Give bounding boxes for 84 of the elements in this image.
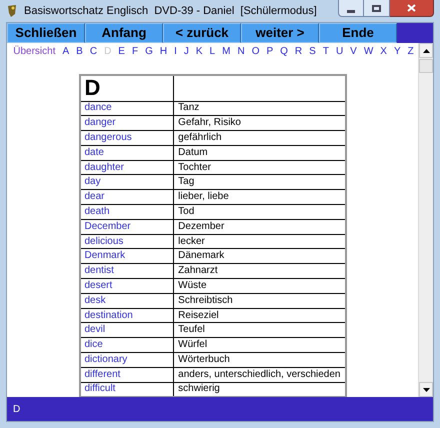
- scroll-up-button[interactable]: [419, 43, 433, 58]
- letter-link[interactable]: F: [132, 44, 138, 59]
- letter-link[interactable]: G: [145, 44, 153, 59]
- window-title: Basiswortschatz Englisch DVD-39 - Daniel [Schülermodus]: [24, 4, 317, 19]
- word-link[interactable]: daughter: [80, 160, 174, 175]
- scroll-thumb[interactable]: [419, 59, 433, 73]
- letter-link[interactable]: B: [76, 44, 83, 59]
- letter-link[interactable]: N: [237, 44, 245, 59]
- status-text: D: [13, 402, 20, 416]
- word-link[interactable]: desk: [80, 293, 174, 308]
- letter-link[interactable]: Z: [408, 44, 414, 59]
- word-link[interactable]: desert: [80, 278, 174, 294]
- table-cell: Dezember: [174, 219, 346, 234]
- table-cell: lieber, liebe: [174, 190, 346, 205]
- word-link[interactable]: Denmark: [80, 248, 174, 264]
- word-link[interactable]: different: [80, 367, 174, 382]
- letter-link[interactable]: Übersicht: [13, 44, 56, 59]
- close-button[interactable]: [390, 0, 434, 17]
- letter-link[interactable]: Q: [280, 44, 288, 59]
- down-arrow-icon: [422, 388, 430, 392]
- table-cell: anders, unterschiedlich, verschieden: [174, 367, 346, 382]
- letter-link[interactable]: L: [210, 44, 216, 59]
- table-cell: Dänemark: [174, 248, 346, 264]
- maximize-icon: [372, 4, 381, 12]
- minimize-button[interactable]: [338, 0, 364, 17]
- letter-link[interactable]: I: [174, 44, 177, 59]
- letter-link[interactable]: Y: [394, 44, 401, 59]
- maximize-button[interactable]: [364, 0, 390, 17]
- word-link[interactable]: death: [80, 204, 174, 220]
- table-cell: Zahnarzt: [174, 264, 346, 279]
- table-heading: D: [80, 75, 174, 101]
- word-link[interactable]: delicious: [80, 234, 174, 249]
- table-cell: Tochter: [174, 160, 346, 175]
- table-cell: Gefahr, Risiko: [174, 116, 346, 131]
- toolbar-button[interactable]: Anfang: [85, 23, 163, 43]
- scroll-down-button[interactable]: [419, 382, 433, 397]
- letter-link[interactable]: U: [336, 44, 344, 59]
- toolbar-button[interactable]: weiter >: [241, 23, 319, 43]
- up-arrow-icon: [422, 48, 430, 52]
- letter-link[interactable]: V: [350, 44, 357, 59]
- toolbar-button[interactable]: Ende: [319, 23, 397, 43]
- table-cell: lecker: [174, 234, 346, 249]
- letter-link[interactable]: O: [252, 44, 260, 59]
- scrollbar[interactable]: [418, 43, 433, 397]
- letter-link[interactable]: K: [196, 44, 203, 59]
- word-link[interactable]: danger: [80, 116, 174, 131]
- letter-link[interactable]: A: [62, 44, 70, 59]
- word-link[interactable]: dice: [80, 338, 174, 353]
- table-cell: Datum: [174, 145, 346, 160]
- letter-link[interactable]: W: [364, 44, 374, 59]
- letter-link[interactable]: X: [380, 44, 387, 59]
- word-link[interactable]: devil: [80, 322, 174, 338]
- word-link[interactable]: dear: [80, 190, 174, 205]
- table-cell: Wüste: [174, 278, 346, 294]
- table-cell: Wörterbuch: [174, 352, 346, 368]
- table-cell: Tanz: [174, 101, 346, 116]
- table-cell: gefährlich: [174, 130, 346, 146]
- word-link[interactable]: dance: [80, 101, 174, 116]
- letter-link[interactable]: E: [118, 44, 125, 59]
- toolbar-button[interactable]: < zurück: [163, 23, 241, 43]
- word-link[interactable]: dangerous: [80, 130, 174, 146]
- table-cell: Teufel: [174, 322, 346, 338]
- table-cell: Tag: [174, 174, 346, 190]
- letter-link[interactable]: C: [90, 44, 98, 59]
- letter-link[interactable]: J: [184, 44, 189, 59]
- letter-link[interactable]: S: [309, 44, 316, 59]
- table-cell: Würfel: [174, 338, 346, 353]
- word-link[interactable]: day: [80, 174, 174, 190]
- letter-link[interactable]: H: [160, 44, 168, 59]
- letter-link[interactable]: T: [322, 44, 329, 59]
- word-link[interactable]: dictionary: [80, 352, 174, 368]
- letter-link[interactable]: M: [222, 44, 230, 59]
- word-link[interactable]: dentist: [80, 264, 174, 279]
- toolbar-button[interactable]: Schließen: [7, 23, 85, 43]
- letter-link[interactable]: R: [294, 44, 302, 59]
- table-cell: Reiseziel: [174, 308, 346, 323]
- word-link[interactable]: date: [80, 145, 174, 160]
- letter-link[interactable]: P: [266, 44, 274, 59]
- minimize-icon: [347, 10, 355, 12]
- table-cell: Schreibtisch: [174, 293, 346, 308]
- word-link[interactable]: December: [80, 219, 174, 234]
- table-cell: Tod: [174, 204, 346, 220]
- word-link[interactable]: destination: [80, 308, 174, 323]
- close-icon: [407, 4, 416, 12]
